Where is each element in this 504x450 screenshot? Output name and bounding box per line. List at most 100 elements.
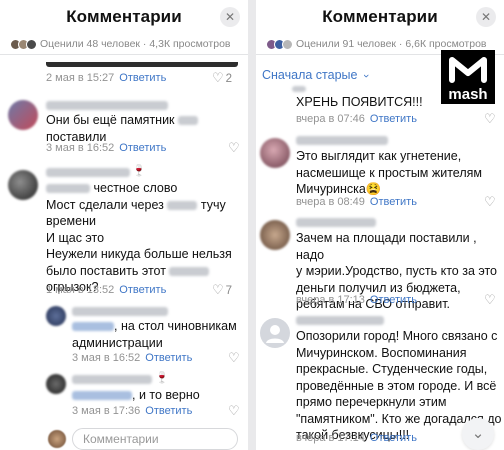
- avatar[interactable]: [46, 374, 66, 394]
- comment-line: , на стол чиновникам: [114, 319, 237, 333]
- like-button[interactable]: ♡: [484, 111, 496, 127]
- comment-line: тучу: [200, 197, 226, 212]
- mash-logo-mark: mash: [448, 57, 488, 103]
- avatar[interactable]: [260, 318, 290, 348]
- comment-line: Мичуринска: [296, 182, 366, 196]
- like-button[interactable]: ♡: [484, 194, 496, 210]
- divider: [0, 54, 248, 55]
- comment-info: 2 мая в 15:27 Ответить: [46, 72, 166, 84]
- reply-link[interactable]: Ответить: [370, 113, 417, 125]
- wine-icon: 🍷: [155, 372, 169, 384]
- comment-text: Это выглядит как угнетение, насмешище к …: [296, 148, 482, 198]
- comment-date: 2 мая в 15:27: [46, 72, 115, 84]
- comment-info: вчера в 17:14 Ответить: [296, 432, 417, 444]
- comment-line: Зачем на площади поставили , надо: [296, 231, 477, 262]
- stats-text: Оценили 48 человек · 4,3К просмотров: [40, 38, 231, 50]
- heart-icon: ♡: [484, 194, 496, 209]
- author-name-hidden[interactable]: [296, 218, 376, 227]
- reply-link[interactable]: Ответить: [370, 196, 417, 208]
- like-count: 7: [225, 285, 233, 297]
- comment-info: вчера в 07:46 Ответить: [296, 113, 417, 125]
- author-name-hidden[interactable]: [72, 375, 152, 384]
- heart-icon: ♡: [484, 111, 496, 126]
- hidden-word: [169, 266, 210, 276]
- stats-text: Оценили 91 человек · 6,6К просмотров: [296, 38, 487, 50]
- like-button[interactable]: ♡: [228, 140, 240, 156]
- like-count: 2: [225, 73, 233, 85]
- stats-row: Оценили 48 человек · 4,3К просмотров: [0, 34, 248, 54]
- like-button[interactable]: ♡: [228, 350, 240, 366]
- heart-icon: ♡: [212, 70, 224, 85]
- reply-link[interactable]: Ответить: [370, 432, 417, 444]
- comment-line: честное слово: [93, 181, 178, 195]
- panel-title: Комментарии: [322, 7, 438, 26]
- comment-date: 1 мая в 13:52: [46, 284, 115, 296]
- mention-link[interactable]: [72, 391, 132, 401]
- author-name-hidden[interactable]: [296, 136, 388, 145]
- comment-info: вчера в 17:13 Ответить: [296, 294, 417, 306]
- author-name-hidden[interactable]: [296, 316, 384, 325]
- hidden-word: [46, 184, 90, 194]
- comment-line: проведённые в этом городе. И всё: [296, 378, 497, 393]
- comment-info: 3 мая в 17:36 Ответить: [72, 405, 192, 417]
- comments-panel-right: Комментарии ✕ Оценили 91 человек · 6,6К …: [256, 0, 504, 450]
- chevron-down-icon: ›: [359, 74, 372, 78]
- attached-image-edge: [46, 62, 238, 67]
- comment-line: Мичуринском. Воспоминания: [296, 345, 467, 360]
- comment-text: ХРЕНЬ ПОЯВИТСЯ!!!: [296, 95, 423, 109]
- close-icon[interactable]: ✕: [220, 7, 240, 27]
- author-name-hidden[interactable]: [46, 168, 130, 177]
- hidden-word: [292, 86, 306, 92]
- comment-input[interactable]: Комментарии: [72, 428, 238, 450]
- comment-date: 3 мая в 17:36: [72, 405, 141, 417]
- author-name-hidden[interactable]: [46, 101, 168, 110]
- comment-date: вчера в 08:49: [296, 196, 365, 208]
- avatar[interactable]: [8, 100, 38, 130]
- comment-date: вчера в 07:46: [296, 113, 365, 125]
- reply-link[interactable]: Ответить: [119, 72, 166, 84]
- my-avatar: [48, 430, 66, 448]
- reply-link[interactable]: Ответить: [145, 405, 192, 417]
- like-button[interactable]: ♡: [484, 292, 496, 308]
- wine-icon: 🍷: [132, 165, 146, 177]
- heart-icon: ♡: [228, 140, 240, 155]
- comment-line: администрации: [72, 335, 163, 350]
- comment-line: Они бы ещё памятник: [46, 113, 175, 127]
- comment-date: вчера в 17:13: [296, 294, 365, 306]
- reply-link[interactable]: Ответить: [119, 142, 166, 154]
- comment-line: Опозорили город! Много связано с: [296, 329, 498, 343]
- heart-icon: ♡: [228, 403, 240, 418]
- like-button[interactable]: ♡: [228, 403, 240, 419]
- mention-link[interactable]: [72, 322, 114, 332]
- reply-link[interactable]: Ответить: [119, 284, 166, 296]
- heart-icon: ♡: [228, 350, 240, 365]
- sort-label: Сначала старые: [262, 68, 358, 82]
- reactions-avatars: [10, 38, 37, 50]
- avatar[interactable]: [46, 306, 66, 326]
- comment-line: Неужели никуда больше нельзя: [46, 247, 232, 261]
- like-button[interactable]: ♡ 2: [212, 70, 232, 86]
- sort-dropdown[interactable]: Сначала старые ›: [262, 68, 372, 82]
- comment-line: насмешище к простым жителям: [296, 165, 482, 180]
- comment-text: Они бы ещё памятник поставили: [46, 112, 199, 145]
- author-name-hidden[interactable]: [72, 307, 168, 316]
- comment-line: Мост сделали через: [46, 197, 164, 212]
- comment-line: у мэрии.Уродство, пусть кто за это: [296, 264, 498, 278]
- user-icon: [266, 325, 284, 343]
- avatar[interactable]: [260, 220, 290, 250]
- reactions-avatars: [266, 38, 293, 50]
- panel-header: Комментарии ✕: [0, 0, 248, 34]
- reply-link[interactable]: Ответить: [370, 294, 417, 306]
- close-icon[interactable]: ✕: [476, 7, 496, 27]
- heart-icon: ♡: [212, 282, 224, 297]
- comment-line: прекрасные. Студенческие годы,: [296, 362, 488, 376]
- like-button[interactable]: ♡ 7: [212, 282, 232, 298]
- comment-date: 3 мая в 16:52: [72, 352, 141, 364]
- reply-link[interactable]: Ответить: [145, 352, 192, 364]
- scroll-down-button[interactable]: ⌄: [462, 418, 494, 450]
- avatar[interactable]: [260, 138, 290, 168]
- comment-line: И щас это: [46, 230, 105, 245]
- avatar[interactable]: [8, 170, 38, 200]
- mash-wordmark: mash: [448, 86, 487, 103]
- hidden-word: [178, 116, 199, 126]
